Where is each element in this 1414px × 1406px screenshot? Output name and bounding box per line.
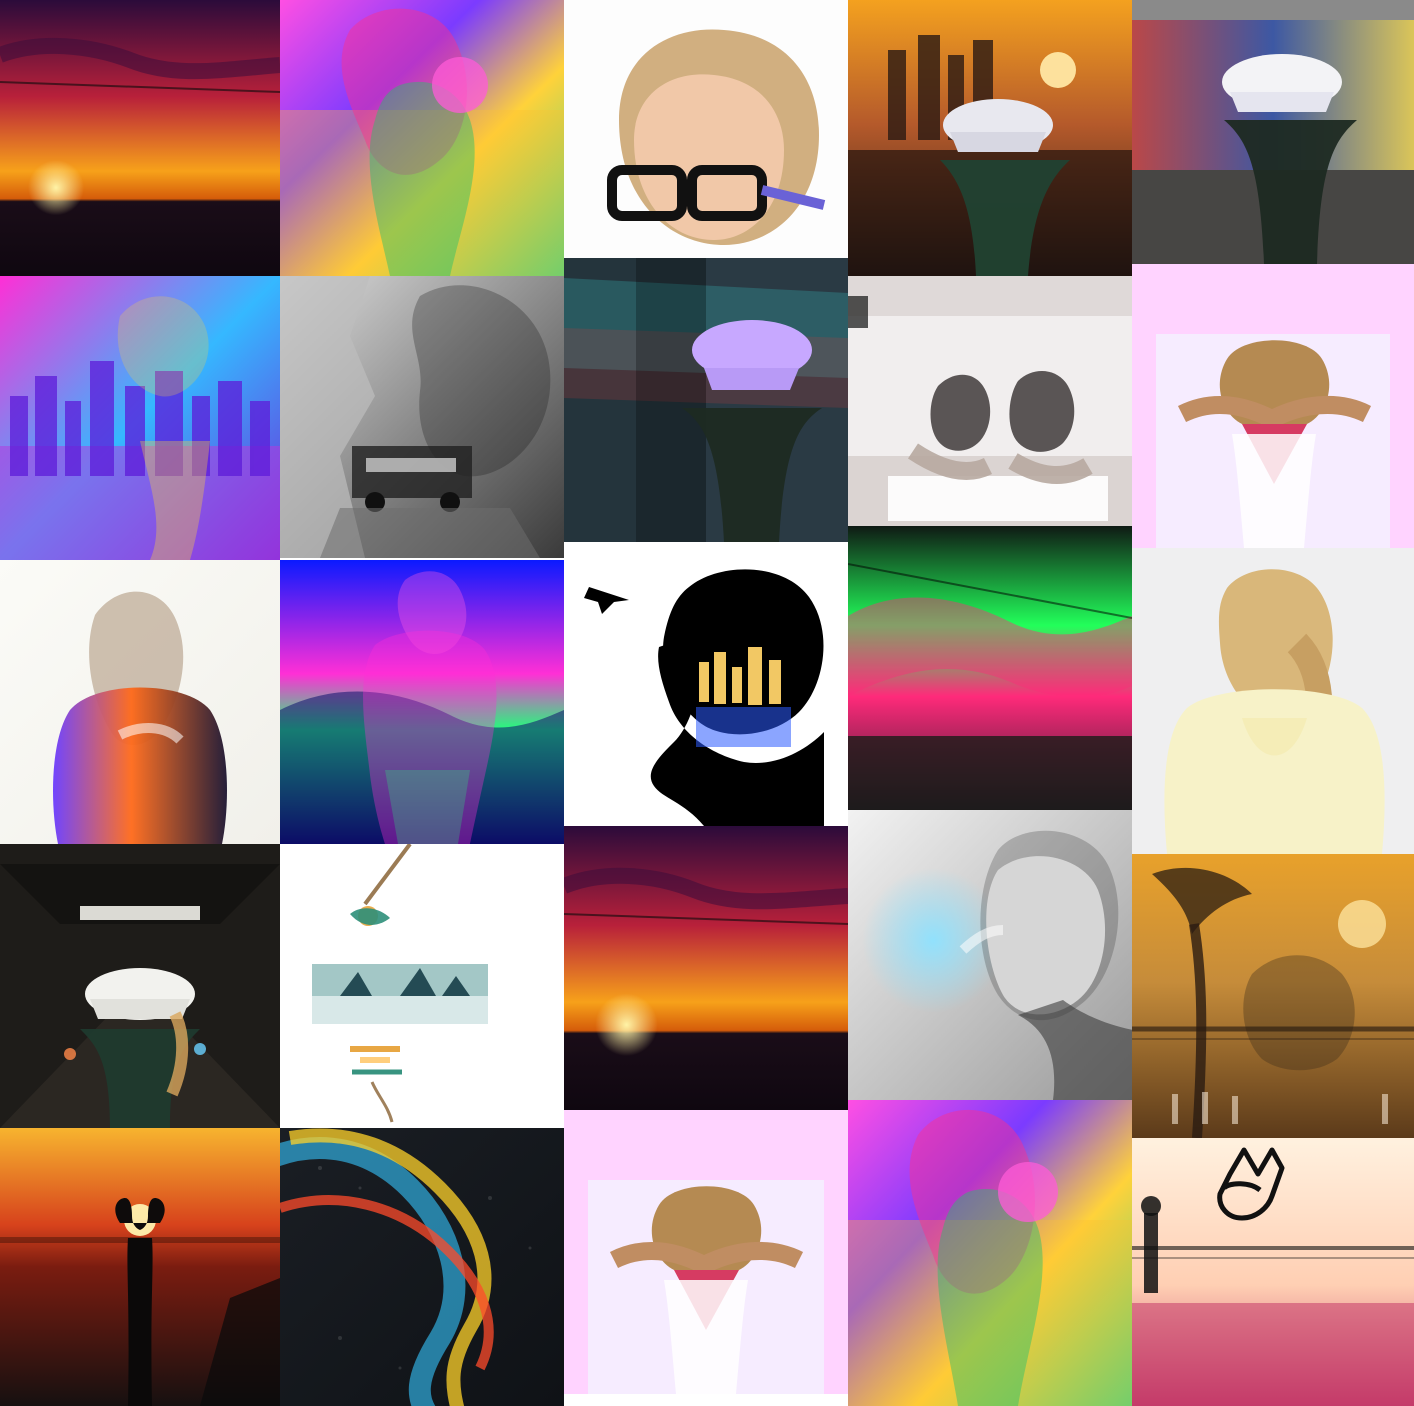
rainbow-glitch-girl-image	[848, 1100, 1132, 1406]
photo-tile[interactable]	[848, 0, 1132, 276]
photo-tile[interactable]	[0, 0, 280, 276]
bw-car-rocks-image	[280, 276, 564, 558]
neon-blue-sky-girl-image	[280, 560, 564, 844]
sunset-sky-image	[0, 0, 280, 276]
pink-hands-bandana-image	[1132, 264, 1414, 548]
ponytail-cream-sweater-image	[1132, 548, 1414, 854]
city-double-exposure-image	[0, 276, 280, 560]
peace-sign-beach-image	[1132, 1138, 1414, 1406]
la-sunset-cap-girl-image	[848, 0, 1132, 276]
photo-tile[interactable]	[280, 560, 564, 844]
photo-tile[interactable]	[1132, 548, 1414, 854]
photo-tile[interactable]	[848, 276, 1132, 526]
photo-tile[interactable]	[280, 844, 564, 1128]
graffiti-split-girl-image	[564, 258, 848, 542]
photo-tile[interactable]	[564, 258, 848, 542]
green-neon-clouds-image	[848, 526, 1132, 810]
gallery-column-2	[280, 0, 564, 1406]
photo-tile[interactable]	[564, 542, 848, 826]
balcony-two-girls-image	[848, 276, 1132, 526]
photo-tile[interactable]	[0, 844, 280, 1128]
gallery-column-3	[564, 0, 848, 1406]
photo-tile[interactable]	[564, 0, 848, 258]
photo-tile[interactable]	[1132, 1138, 1414, 1406]
light-leak-portrait-image	[0, 560, 280, 844]
photo-tile[interactable]	[848, 1100, 1132, 1406]
photo-tile[interactable]	[0, 276, 280, 560]
photo-tile[interactable]	[848, 526, 1132, 810]
pink-hands-bandana-image	[564, 1110, 848, 1394]
tunnel-cap-girl-image	[0, 844, 280, 1128]
photo-tile[interactable]	[1132, 854, 1414, 1138]
photo-tile[interactable]	[564, 826, 848, 1110]
photo-tile[interactable]	[0, 1128, 280, 1406]
graffiti-cap-girl-image	[1132, 0, 1414, 264]
golden-harbor-palm-image	[1132, 854, 1414, 1138]
gallery-column-1	[0, 0, 280, 1406]
sunset-sky-image	[564, 826, 848, 1110]
bw-smoke-braid-image	[848, 810, 1132, 1100]
photo-tile[interactable]	[280, 0, 564, 276]
photo-tile[interactable]	[848, 810, 1132, 1100]
rainbow-glitch-girl-image	[280, 0, 564, 276]
rainbow-glitter-road-image	[280, 1128, 564, 1406]
gallery-column-4	[848, 0, 1132, 1406]
photo-tile[interactable]	[280, 1128, 564, 1406]
shark-fins-swing-image	[280, 844, 564, 1128]
photo-tile[interactable]	[1132, 264, 1414, 548]
braid-glasses-portrait-image	[564, 0, 848, 258]
sunset-sea-silhouette-image	[0, 1128, 280, 1406]
gallery-column-5	[1132, 0, 1414, 1406]
photo-tile[interactable]	[1132, 0, 1414, 264]
photo-tile[interactable]	[280, 276, 564, 558]
photo-tile[interactable]	[0, 560, 280, 844]
silhouette-city-airplane-image	[564, 542, 848, 826]
photo-tile[interactable]	[564, 1110, 848, 1394]
